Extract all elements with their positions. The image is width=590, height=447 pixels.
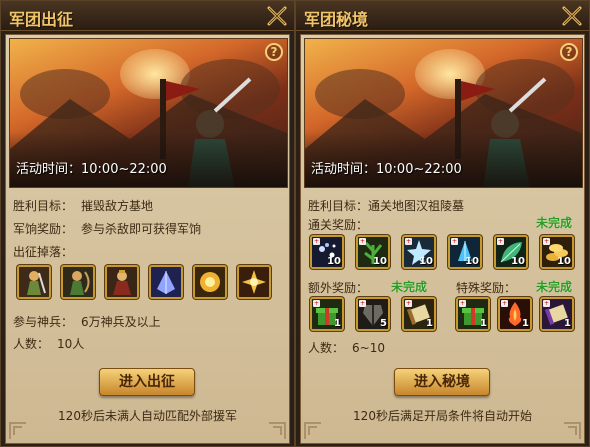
expedition-footnote: 120秒后未满人自动匹配外部援军 <box>58 409 237 423</box>
fire-crystal-icon[interactable]: +1 <box>498 297 532 331</box>
troops-requirement-value: 6万神兵及以上 <box>81 315 161 329</box>
enter-secret-realm-button[interactable]: 进入秘境 <box>394 368 490 396</box>
corner-ornament-icon <box>9 422 26 439</box>
golden-orb-icon[interactable] <box>193 265 227 299</box>
panel-title: 军团秘境 <box>304 10 369 29</box>
green-gift-box-icon[interactable]: +1 <box>456 297 490 331</box>
secret-realm-footnote: 120秒后满足开局条件将自动开始 <box>353 409 532 423</box>
armor-piece-icon[interactable]: +5 <box>356 297 390 331</box>
scroll-item-icon[interactable]: +1 <box>402 297 436 331</box>
activity-time: 活动时间：10:00~22:00 <box>16 162 167 177</box>
victory-goal-value: 摧毁敌方基地 <box>81 199 154 213</box>
close-icon[interactable] <box>266 5 288 27</box>
special-reward-status: 未完成 <box>536 280 573 294</box>
clear-reward-status: 未完成 <box>536 216 573 230</box>
sparkle-gem-icon[interactable]: +10 <box>310 235 344 269</box>
pay-reward: 军饷奖励： 参与杀敌即可获得军饷 <box>13 222 202 236</box>
enter-expedition-button[interactable]: 进入出征 <box>99 368 195 396</box>
people-count-value: 10人 <box>57 337 85 351</box>
gold-coins-icon[interactable]: +10 <box>540 235 574 269</box>
panel-content: ? 活动时间：10:00~22:00 胜利目标： 摧毁敌方基地 军饷奖励： 参与杀敌… <box>5 34 290 444</box>
battle-banner-image: ? 活动时间：10:00~22:00 <box>9 38 288 188</box>
victory-goal: 胜利目标： 摧毁敌方基地 <box>13 199 154 213</box>
troops-requirement: 参与神兵： 6万神兵及以上 <box>13 315 161 329</box>
corner-ornament-icon <box>304 422 321 439</box>
corner-ornament-icon <box>269 422 286 439</box>
green-gift-box-icon[interactable]: +1 <box>310 297 344 331</box>
victory-goal-value: 通关地图汉祖陵墓 <box>368 199 465 213</box>
corner-ornament-icon <box>564 422 581 439</box>
legion-secret-realm-panel: 军团秘境 ? 活动时间：10:00~22:00 胜利目标：通关地图汉祖陵墓 通关… <box>295 0 590 447</box>
jade-leaf-icon[interactable]: +10 <box>494 235 528 269</box>
panel-title: 军团出征 <box>9 10 74 29</box>
pay-reward-value: 参与杀敌即可获得军饷 <box>81 222 202 236</box>
ice-crystal-icon[interactable]: +10 <box>448 235 482 269</box>
legion-expedition-panel: 军团出征 ? 活动时间：10:00~22:00 胜利目标： 摧毁敌方基地 军饷奖… <box>0 0 295 447</box>
golden-burst-icon[interactable] <box>237 265 271 299</box>
help-icon[interactable]: ? <box>265 43 283 61</box>
activity-time: 活动时间：10:00~22:00 <box>311 162 462 177</box>
special-reward-label: 特殊奖励： <box>456 281 517 295</box>
panel-titlebar: 军团出征 <box>1 1 294 31</box>
warrior-figure-icon[interactable] <box>17 265 51 299</box>
battle-banner-image: ? 活动时间：10:00~22:00 <box>304 38 583 188</box>
drops-label: 出征掉落： <box>13 245 74 259</box>
crystal-shard-icon[interactable] <box>149 265 183 299</box>
extra-reward-label: 额外奖励： <box>308 281 369 295</box>
extra-reward-status: 未完成 <box>391 280 428 294</box>
panel-content: ? 活动时间：10:00~22:00 胜利目标：通关地图汉祖陵墓 通关奖励： 未… <box>300 34 585 444</box>
archer-figure-icon[interactable] <box>61 265 95 299</box>
help-icon[interactable]: ? <box>560 43 578 61</box>
panel-titlebar: 军团秘境 <box>296 1 589 31</box>
green-herb-icon[interactable]: +10 <box>356 235 390 269</box>
clear-reward-label: 通关奖励： <box>308 218 369 232</box>
people-count: 人数： 6~10 <box>308 341 385 355</box>
people-count-value: 6~10 <box>352 341 385 355</box>
silver-star-icon[interactable]: +10 <box>402 235 436 269</box>
victory-goal: 胜利目标：通关地图汉祖陵墓 <box>308 199 465 213</box>
people-count: 人数： 10人 <box>13 337 85 351</box>
purple-scroll-icon[interactable]: +1 <box>540 297 574 331</box>
general-figure-icon[interactable] <box>105 265 139 299</box>
close-icon[interactable] <box>561 5 583 27</box>
